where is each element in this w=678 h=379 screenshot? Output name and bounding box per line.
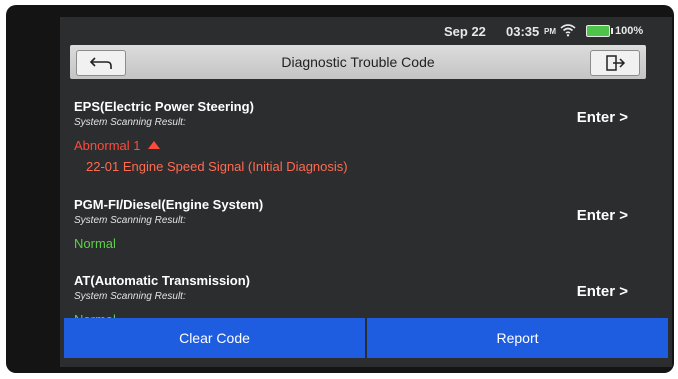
battery-icon <box>586 25 613 37</box>
system-name: EPS(Electric Power Steering) <box>74 99 254 114</box>
system-row[interactable]: PGM-FI/Diesel(Engine System) System Scan… <box>74 197 654 251</box>
system-scan-label: System Scanning Result: <box>74 117 186 128</box>
status-ampm: PM <box>544 27 556 36</box>
page-title: Diagnostic Trouble Code <box>281 54 435 70</box>
clear-code-button[interactable]: Clear Code <box>64 318 365 358</box>
system-status: Normal <box>74 236 116 251</box>
enter-button[interactable]: Enter > <box>577 207 628 224</box>
header-bar: Diagnostic Trouble Code <box>70 45 646 79</box>
screen: Sep 22 03:35 PM 100% Diagnostic Trouble … <box>60 17 672 367</box>
device-frame: Sep 22 03:35 PM 100% Diagnostic Trouble … <box>6 5 674 373</box>
exit-button[interactable] <box>590 50 640 76</box>
report-button[interactable]: Report <box>367 318 668 358</box>
bottom-action-bar: Clear Code Report <box>64 318 668 358</box>
system-row[interactable]: EPS(Electric Power Steering) System Scan… <box>74 99 654 174</box>
status-time: 03:35 <box>506 24 540 39</box>
system-status[interactable]: Abnormal 1 <box>74 138 654 153</box>
collapse-arrow-icon[interactable] <box>148 141 161 149</box>
battery-level: 100% <box>615 25 644 37</box>
system-scan-label: System Scanning Result: <box>74 215 186 226</box>
status-text: Abnormal 1 <box>74 138 141 153</box>
status-date: Sep 22 <box>444 24 486 39</box>
system-name: PGM-FI/Diesel(Engine System) <box>74 197 264 212</box>
enter-button[interactable]: Enter > <box>577 283 628 300</box>
exit-icon <box>606 55 626 71</box>
dtc-item[interactable]: 22-01 Engine Speed Signal (Initial Diagn… <box>86 159 654 174</box>
system-scan-label: System Scanning Result: <box>74 291 186 302</box>
wifi-icon <box>560 24 576 37</box>
enter-button[interactable]: Enter > <box>577 109 628 126</box>
status-bar: Sep 22 03:35 PM 100% <box>60 17 672 43</box>
system-name: AT(Automatic Transmission) <box>74 273 251 288</box>
